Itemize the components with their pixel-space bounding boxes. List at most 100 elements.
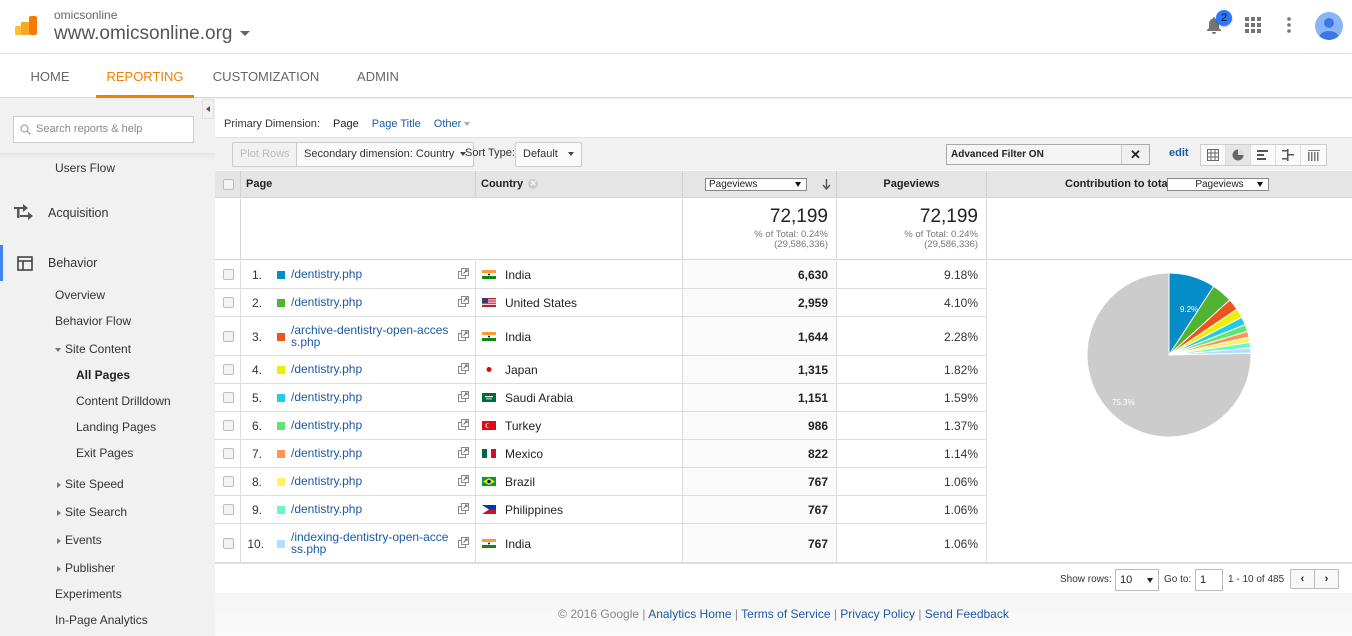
- header-pageviews[interactable]: Pageviews: [837, 171, 987, 198]
- country-name[interactable]: Japan: [505, 363, 538, 377]
- comparison-view-button[interactable]: [1276, 145, 1301, 165]
- apps-grid-icon[interactable]: [1245, 17, 1261, 33]
- open-external-icon[interactable]: [458, 391, 469, 402]
- search-input[interactable]: Search reports & help: [13, 116, 194, 143]
- pie-view-button[interactable]: [1226, 145, 1251, 165]
- tab-reporting[interactable]: REPORTING: [96, 55, 194, 98]
- footer-link-analytics-home[interactable]: Analytics Home: [648, 607, 731, 621]
- country-name[interactable]: India: [505, 537, 531, 551]
- open-external-icon[interactable]: [458, 475, 469, 486]
- sidebar-item-all-pages[interactable]: All Pages: [76, 368, 130, 382]
- dimension-page-title[interactable]: Page Title: [372, 118, 421, 130]
- open-external-icon[interactable]: [458, 503, 469, 514]
- contribution-select[interactable]: Pageviews: [1167, 178, 1269, 191]
- country-name[interactable]: Philippines: [505, 503, 563, 517]
- tab-admin[interactable]: ADMIN: [348, 55, 408, 98]
- sidebar-item-in-page-analytics[interactable]: In-Page Analytics: [55, 613, 148, 627]
- country-name[interactable]: Saudi Arabia: [505, 391, 573, 405]
- page-link[interactable]: /dentistry.php: [291, 503, 362, 515]
- plot-rows-button[interactable]: Plot Rows: [232, 142, 298, 167]
- page-link[interactable]: /dentistry.php: [291, 447, 362, 459]
- secondary-dimension-select[interactable]: Secondary dimension: Country: [296, 142, 475, 167]
- row-checkbox[interactable]: [223, 538, 234, 549]
- edit-filter-link[interactable]: edit: [1169, 147, 1189, 159]
- tab-customization[interactable]: CUSTOMIZATION: [207, 55, 325, 98]
- open-external-icon[interactable]: [458, 330, 469, 341]
- footer-link-feedback[interactable]: Send Feedback: [925, 607, 1009, 621]
- next-page-button[interactable]: ›: [1314, 569, 1339, 589]
- pivot-view-button[interactable]: [1301, 145, 1326, 165]
- sidebar-item-publisher[interactable]: Publisher: [57, 561, 115, 575]
- footer-link-privacy[interactable]: Privacy Policy: [840, 607, 915, 621]
- page-link[interactable]: /archive-dentistry-open-acces s.php: [291, 324, 448, 348]
- sidebar-item-content-drilldown[interactable]: Content Drilldown: [76, 394, 171, 408]
- footer: © 2016 Google | Analytics Home | Terms o…: [215, 593, 1352, 636]
- page-link[interactable]: /dentistry.php: [291, 475, 362, 487]
- collapse-sidebar-button[interactable]: [202, 99, 214, 119]
- country-name[interactable]: United States: [505, 296, 577, 310]
- row-checkbox[interactable]: [223, 420, 234, 431]
- country-name[interactable]: Mexico: [505, 447, 543, 461]
- goto-input[interactable]: 1: [1195, 569, 1223, 591]
- sidebar-item-experiments[interactable]: Experiments: [55, 587, 122, 601]
- sidebar-item-behavior-flow[interactable]: Behavior Flow: [55, 314, 131, 328]
- dimension-page[interactable]: Page: [333, 118, 359, 130]
- metric-select[interactable]: Pageviews: [705, 178, 807, 191]
- open-external-icon[interactable]: [458, 296, 469, 307]
- filter-input[interactable]: Advanced Filter ON ✕: [946, 144, 1150, 165]
- user-avatar[interactable]: [1315, 12, 1343, 40]
- open-external-icon[interactable]: [458, 447, 469, 458]
- open-external-icon[interactable]: [458, 363, 469, 374]
- page-link[interactable]: /dentistry.php: [291, 391, 362, 403]
- more-vert-icon[interactable]: [1286, 17, 1292, 33]
- tab-home[interactable]: HOME: [20, 55, 80, 98]
- sidebar-item-site-speed[interactable]: Site Speed: [57, 477, 124, 491]
- show-rows-select[interactable]: 10: [1115, 569, 1159, 591]
- header-country[interactable]: Country ✕: [476, 171, 683, 198]
- row-checkbox[interactable]: [223, 448, 234, 459]
- open-external-icon[interactable]: [458, 419, 469, 430]
- performance-view-button[interactable]: [1251, 145, 1276, 165]
- page-link[interactable]: /dentistry.php: [291, 363, 362, 375]
- sidebar-item-site-search[interactable]: Site Search: [57, 505, 127, 519]
- sidebar-item-events[interactable]: Events: [57, 533, 102, 547]
- sort-desc-icon[interactable]: [822, 179, 831, 190]
- country-name[interactable]: India: [505, 330, 531, 344]
- notification-badge[interactable]: 2: [1216, 10, 1232, 26]
- sidebar-item-acquisition[interactable]: Acquisition: [48, 206, 108, 220]
- row-checkbox[interactable]: [223, 476, 234, 487]
- page-link[interactable]: /indexing-dentistry-open-acce ss.php: [291, 531, 448, 555]
- sidebar-item-exit-pages[interactable]: Exit Pages: [76, 446, 133, 460]
- row-checkbox[interactable]: [223, 392, 234, 403]
- sidebar-item-overview[interactable]: Overview: [55, 288, 105, 302]
- select-all-checkbox[interactable]: [223, 179, 234, 190]
- page-link[interactable]: /dentistry.php: [291, 419, 362, 431]
- dimension-other[interactable]: Other: [434, 118, 481, 130]
- table-view-button[interactable]: [1201, 145, 1226, 165]
- country-name[interactable]: Turkey: [505, 419, 541, 433]
- row-checkbox[interactable]: [223, 364, 234, 375]
- property-selector[interactable]: www.omicsonline.org: [54, 23, 251, 45]
- comparison-icon: [1282, 149, 1294, 161]
- prev-page-button[interactable]: ‹: [1290, 569, 1315, 589]
- sidebar-item-site-content[interactable]: Site Content: [55, 342, 131, 356]
- sidebar-item-behavior[interactable]: Behavior: [48, 256, 97, 270]
- clear-filter-button[interactable]: ✕: [1121, 145, 1149, 164]
- header-page[interactable]: Page: [241, 171, 476, 198]
- row-checkbox[interactable]: [223, 504, 234, 515]
- sidebar-item-users-flow[interactable]: Users Flow: [55, 161, 115, 175]
- open-external-icon[interactable]: [458, 537, 469, 548]
- sidebar-item-landing-pages[interactable]: Landing Pages: [76, 420, 156, 434]
- footer-link-terms[interactable]: Terms of Service: [741, 607, 830, 621]
- remove-dimension-icon[interactable]: ✕: [528, 179, 539, 190]
- page-link[interactable]: /dentistry.php: [291, 268, 362, 280]
- country-name[interactable]: Brazil: [505, 475, 535, 489]
- row-checkbox[interactable]: [223, 331, 234, 342]
- row-checkbox[interactable]: [223, 269, 234, 280]
- sort-type-select[interactable]: Default: [515, 142, 582, 167]
- row-checkbox[interactable]: [223, 297, 234, 308]
- page-link[interactable]: /dentistry.php: [291, 296, 362, 308]
- open-external-icon[interactable]: [458, 268, 469, 279]
- analytics-logo[interactable]: [15, 14, 39, 38]
- country-name[interactable]: India: [505, 268, 531, 282]
